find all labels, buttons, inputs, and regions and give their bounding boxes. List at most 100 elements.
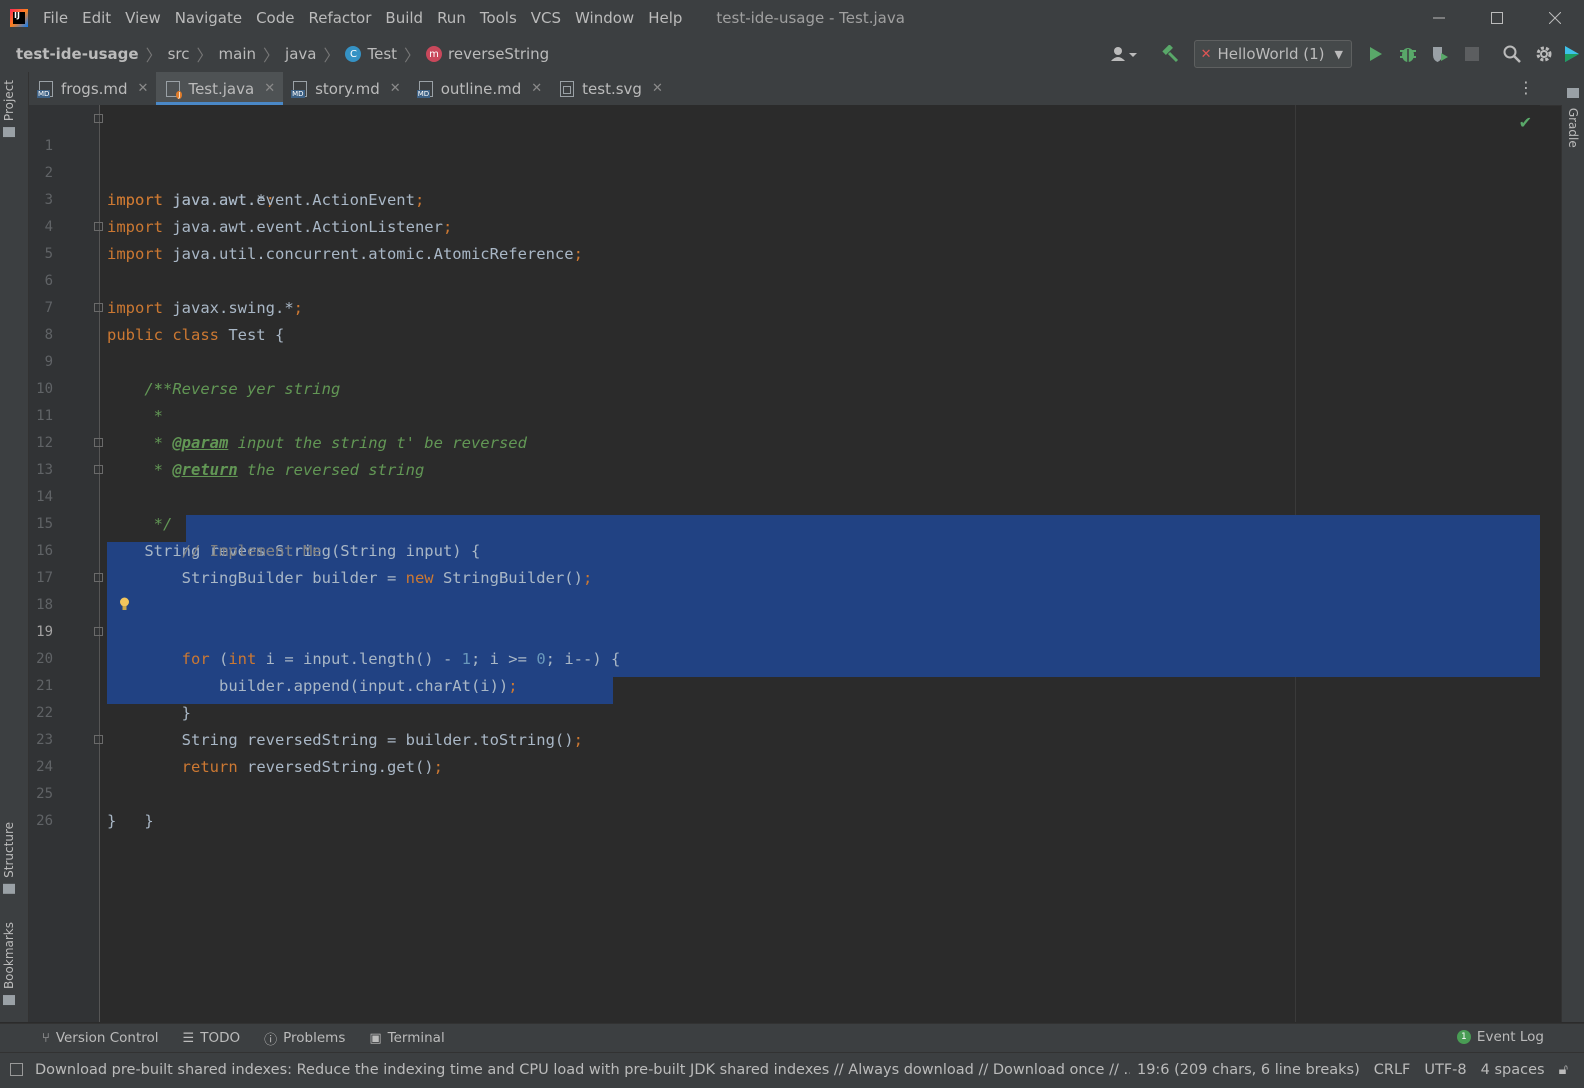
version-control-tool-button[interactable]: ⑂ Version Control (42, 1030, 159, 1046)
structure-tool-tab[interactable]: Structure (2, 822, 16, 900)
gradle-tool-tab[interactable]: Gradle (1566, 88, 1580, 148)
markdown-file-icon (291, 80, 308, 98)
settings-gear-icon[interactable] (1528, 38, 1560, 70)
menu-help[interactable]: Help (641, 0, 689, 36)
code-line: 4 import java.util.concurrent.atomic.Ato… (29, 187, 1540, 263)
fold-marker-icon[interactable] (94, 735, 103, 744)
status-bar: Download pre-built shared indexes: Reduc… (0, 1052, 1584, 1088)
status-message[interactable]: Download pre-built shared indexes: Reduc… (35, 1062, 1130, 1078)
breadcrumb-java[interactable]: java (285, 45, 316, 63)
tab-story-md[interactable]: story.md ✕ (283, 72, 409, 105)
bookmarks-tool-tab[interactable]: Bookmarks (2, 922, 16, 1011)
user-icon[interactable] (1102, 38, 1146, 70)
caret-position[interactable]: 19:6 (209 chars, 6 line breaks) (1137, 1062, 1360, 1078)
fold-marker-icon[interactable] (94, 114, 103, 123)
code-line: 8 /** (29, 295, 1540, 398)
breadcrumb-src[interactable]: src (168, 45, 190, 63)
fold-marker-icon[interactable] (94, 573, 103, 582)
menu-navigate[interactable]: Navigate (168, 0, 249, 36)
terminal-tool-button[interactable]: ▣ Terminal (369, 1030, 444, 1046)
fold-marker-icon[interactable] (94, 303, 103, 312)
code-line: 21 (29, 646, 1540, 694)
error-x-icon: ✕ (1200, 46, 1212, 62)
intellij-logo-icon[interactable]: IJ (10, 9, 28, 27)
chevron-right-icon: 〉 (404, 46, 421, 65)
code-editor[interactable]: ✔ 1 import java.awt.*; 2 import java.awt… (29, 105, 1540, 1022)
code-line: 14 String reverseString(String input) { (29, 457, 1540, 560)
chevron-right-icon: 〉 (263, 46, 280, 65)
status-widgets: 19:6 (209 chars, 6 line breaks) CRLF UTF… (1137, 1062, 1568, 1078)
code-line: 15 // Implement Me (29, 484, 1540, 560)
run-configuration-selector[interactable]: ✕ HelloWorld (1) ▼ (1193, 40, 1352, 68)
code-line: 24 } (29, 727, 1540, 830)
info-icon: ⓘ (264, 1032, 278, 1048)
svg-file-icon (560, 80, 575, 97)
more-options-icon[interactable]: ⋮ (1518, 78, 1534, 97)
debug-bug-icon[interactable] (1392, 38, 1424, 70)
menu-tools[interactable]: Tools (473, 0, 524, 36)
menu-edit[interactable]: Edit (75, 0, 118, 36)
elephant-icon (1567, 88, 1579, 98)
fold-marker-icon[interactable] (94, 465, 103, 474)
breadcrumb-method-label: reverseString (448, 45, 550, 63)
close-tab-icon[interactable]: ✕ (390, 81, 401, 96)
project-tool-tab[interactable]: Project (2, 80, 16, 143)
code-line: 11 * @param input the string t' be rever… (29, 376, 1540, 452)
tab-outline-md[interactable]: outline.md ✕ (409, 72, 550, 105)
code-line: 3 import java.awt.event.ActionListener; (29, 160, 1540, 236)
line-ending-selector[interactable]: CRLF (1374, 1062, 1411, 1078)
tab-frogs-md[interactable]: frogs.md ✕ (29, 72, 156, 105)
version-control-label: Version Control (55, 1030, 159, 1046)
menu-code[interactable]: Code (249, 0, 301, 36)
menu-view[interactable]: View (118, 0, 168, 36)
plugin-logo-icon[interactable] (1560, 38, 1584, 70)
close-tab-icon[interactable]: ✕ (531, 81, 542, 96)
coverage-shield-icon[interactable] (1424, 38, 1456, 70)
gradle-tool-label: Gradle (1566, 107, 1580, 148)
code-line: 25 } (29, 754, 1540, 830)
navigation-bar: test-ide-usage 〉 src 〉 main 〉 java 〉 C Te… (0, 36, 1584, 73)
menu-file[interactable]: File (36, 0, 75, 36)
fold-marker-icon[interactable] (94, 438, 103, 447)
code-line: 23 return reversedString.get(); (29, 700, 1540, 776)
menu-refactor[interactable]: Refactor (301, 0, 378, 36)
indent-selector[interactable]: 4 spaces (1481, 1062, 1545, 1078)
unlock-icon[interactable]: 🔓︎ (1559, 1062, 1568, 1078)
fold-marker-icon[interactable] (94, 627, 103, 636)
tab-test-svg[interactable]: test.svg ✕ (550, 72, 671, 105)
encoding-selector[interactable]: UTF-8 (1424, 1062, 1466, 1078)
event-log-tool-button[interactable]: 1 Event Log (1456, 1029, 1544, 1045)
close-window-button[interactable] (1526, 0, 1584, 36)
tab-test-java[interactable]: Test.java ✕ (156, 72, 284, 105)
breadcrumb-method[interactable]: m reverseString (426, 45, 549, 63)
fold-marker-icon[interactable] (94, 222, 103, 231)
code-line: 10 * (29, 349, 1540, 425)
code-line: 12 * @return the reversed string (29, 403, 1540, 479)
close-tab-icon[interactable]: ✕ (264, 81, 275, 96)
menu-vcs[interactable]: VCS (524, 0, 568, 36)
tab-label: frogs.md (61, 79, 128, 98)
build-hammer-icon[interactable] (1154, 38, 1186, 70)
toggle-tool-windows-icon[interactable] (10, 1063, 23, 1076)
breadcrumb-class[interactable]: C Test (345, 45, 397, 63)
stop-icon[interactable] (1456, 38, 1488, 70)
close-tab-icon[interactable]: ✕ (652, 81, 663, 96)
menu-build[interactable]: Build (378, 0, 430, 36)
main-toolbar: ✕ HelloWorld (1) ▼ (1102, 36, 1584, 72)
menu-window[interactable]: Window (568, 0, 641, 36)
close-tab-icon[interactable]: ✕ (138, 81, 149, 96)
lightbulb-intention-icon[interactable] (119, 597, 130, 611)
minimize-button[interactable] (1410, 0, 1468, 36)
class-icon: C (345, 46, 362, 62)
breadcrumb-project[interactable]: test-ide-usage (16, 45, 139, 63)
todo-tool-button[interactable]: ☰ TODO (183, 1030, 241, 1046)
search-icon[interactable] (1496, 38, 1528, 70)
menu-run[interactable]: Run (430, 0, 473, 36)
maximize-button[interactable] (1468, 0, 1526, 36)
code-line: 20 } (29, 619, 1540, 722)
run-icon[interactable] (1360, 38, 1392, 70)
todo-label: TODO (200, 1030, 241, 1046)
right-tool-strip: Gradle (1561, 72, 1584, 1022)
breadcrumb-main[interactable]: main (219, 45, 256, 63)
problems-tool-button[interactable]: ⓘ Problems (264, 1029, 345, 1048)
